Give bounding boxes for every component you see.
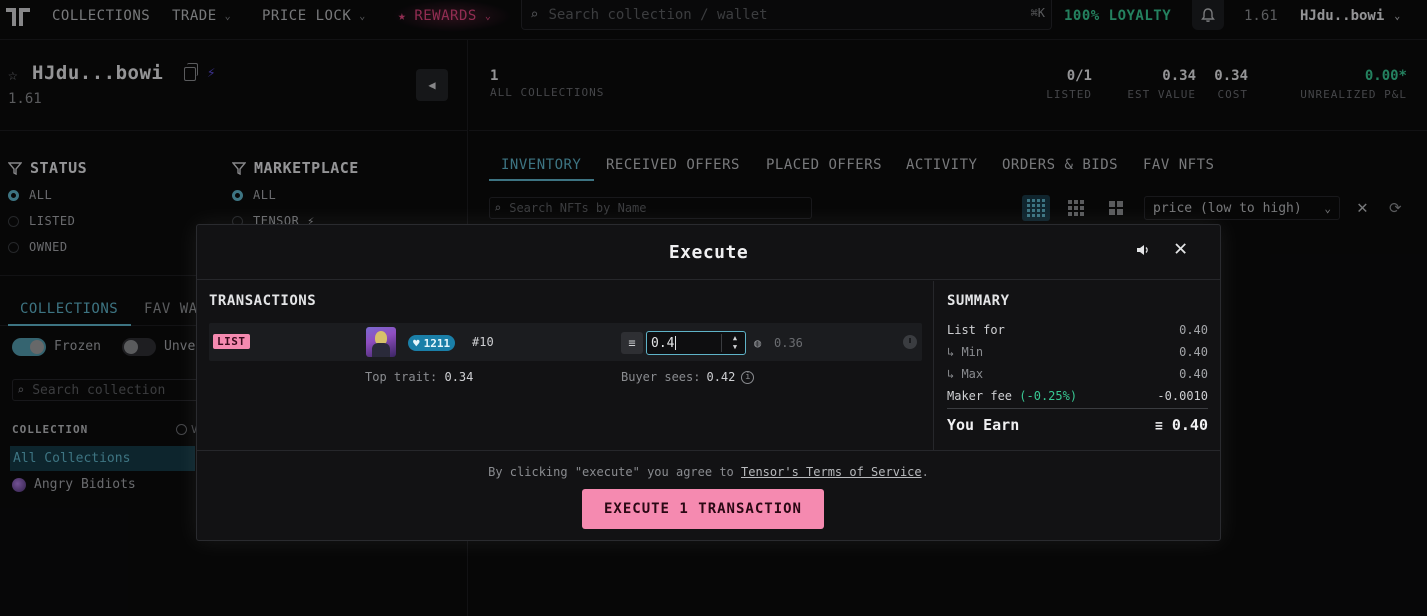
rarity-rank-badge: ♥ 1211 <box>408 335 456 351</box>
summary-value: 0.40 <box>1179 367 1208 381</box>
you-earn-value: 0.40 <box>1171 416 1208 434</box>
price-input-value: 0.4 <box>651 335 675 351</box>
execute-modal: Execute ✕ TRANSACTIONS LIST ♥ 1211 #10 ≡… <box>196 224 1221 541</box>
terms-suffix: . <box>921 465 929 479</box>
floor-price: 0.36 <box>774 336 803 350</box>
terms-of-service-link[interactable]: Tensor's Terms of Service <box>741 465 922 479</box>
solana-currency-icon: ≡ <box>1155 419 1163 434</box>
clock-icon[interactable] <box>903 335 917 349</box>
maker-fee-label: Maker fee (-0.25%) <box>947 389 1077 403</box>
summary-value: -0.0010 <box>1157 389 1208 403</box>
buyer-sees: Buyer sees: 0.42 i <box>621 370 755 384</box>
top-trait-value: 0.34 <box>444 370 474 384</box>
top-trait: Top trait: 0.34 <box>365 370 473 384</box>
price-stepper[interactable]: ▲ ▼ <box>727 333 743 353</box>
summary-title: SUMMARY <box>947 293 1010 309</box>
summary-maker-fee: Maker fee (-0.25%) -0.0010 <box>947 389 1208 403</box>
nft-number: #10 <box>472 335 494 349</box>
stepper-down-icon[interactable]: ▼ <box>733 343 737 352</box>
summary-max: ↳ Max 0.40 <box>947 367 1208 381</box>
stepper-divider <box>721 334 722 352</box>
summary-label: List for <box>947 323 1005 337</box>
you-earn-label: You Earn <box>947 416 1020 434</box>
transactions-title: TRANSACTIONS <box>209 293 317 309</box>
speaker-icon[interactable] <box>1136 243 1150 257</box>
summary-divider <box>947 408 1208 409</box>
rank-value: 1211 <box>423 336 451 350</box>
summary-label: ↳ Max <box>947 367 984 381</box>
summary-you-earn: You Earn ≡ 0.40 <box>947 416 1208 434</box>
summary-section: SUMMARY List for 0.40 ↳ Min 0.40 ↳ Max 0… <box>935 281 1220 450</box>
solana-currency-icon: ≡ <box>621 332 643 354</box>
action-badge: LIST <box>213 334 250 349</box>
stepper-up-icon[interactable]: ▲ <box>733 334 737 343</box>
transaction-row: LIST ♥ 1211 #10 ≡ 0.4 ▲ ▼ ◍ 0.36 <box>209 323 922 361</box>
transactions-section: TRANSACTIONS LIST ♥ 1211 #10 ≡ 0.4 ▲ ▼ ◍… <box>197 281 934 450</box>
summary-value: 0.40 <box>1179 345 1208 359</box>
terms-notice: By clicking "execute" you agree to Tenso… <box>197 465 1220 479</box>
info-icon[interactable]: i <box>741 370 755 384</box>
summary-min: ↳ Min 0.40 <box>947 345 1208 359</box>
heart-icon: ♥ <box>413 336 420 350</box>
terms-prefix: By clicking "execute" you agree to <box>488 465 734 479</box>
buyer-sees-label: Buyer sees: <box>621 370 701 384</box>
modal-title: Execute <box>668 242 749 263</box>
you-earn-amount: ≡ 0.40 <box>1155 416 1208 434</box>
top-trait-label: Top trait: <box>365 370 438 384</box>
summary-label: ↳ Min <box>947 345 984 359</box>
summary-list-for: List for 0.40 <box>947 323 1208 337</box>
buyer-sees-value: 0.42 <box>706 370 736 384</box>
list-price-input[interactable]: 0.4 ▲ ▼ <box>646 331 746 355</box>
execute-transaction-button[interactable]: EXECUTE 1 TRANSACTION <box>582 489 824 529</box>
summary-label: Maker fee <box>947 389 1013 403</box>
summary-value: 0.40 <box>1179 323 1208 337</box>
close-icon[interactable]: ✕ <box>1174 238 1187 260</box>
modal-header: Execute ✕ <box>197 225 1220 280</box>
text-cursor <box>675 336 677 350</box>
modal-footer: By clicking "execute" you agree to Tenso… <box>197 450 1220 540</box>
maker-fee-percent: (-0.25%) <box>1019 389 1078 403</box>
nft-thumbnail <box>366 327 396 357</box>
globe-icon: ◍ <box>754 336 762 350</box>
